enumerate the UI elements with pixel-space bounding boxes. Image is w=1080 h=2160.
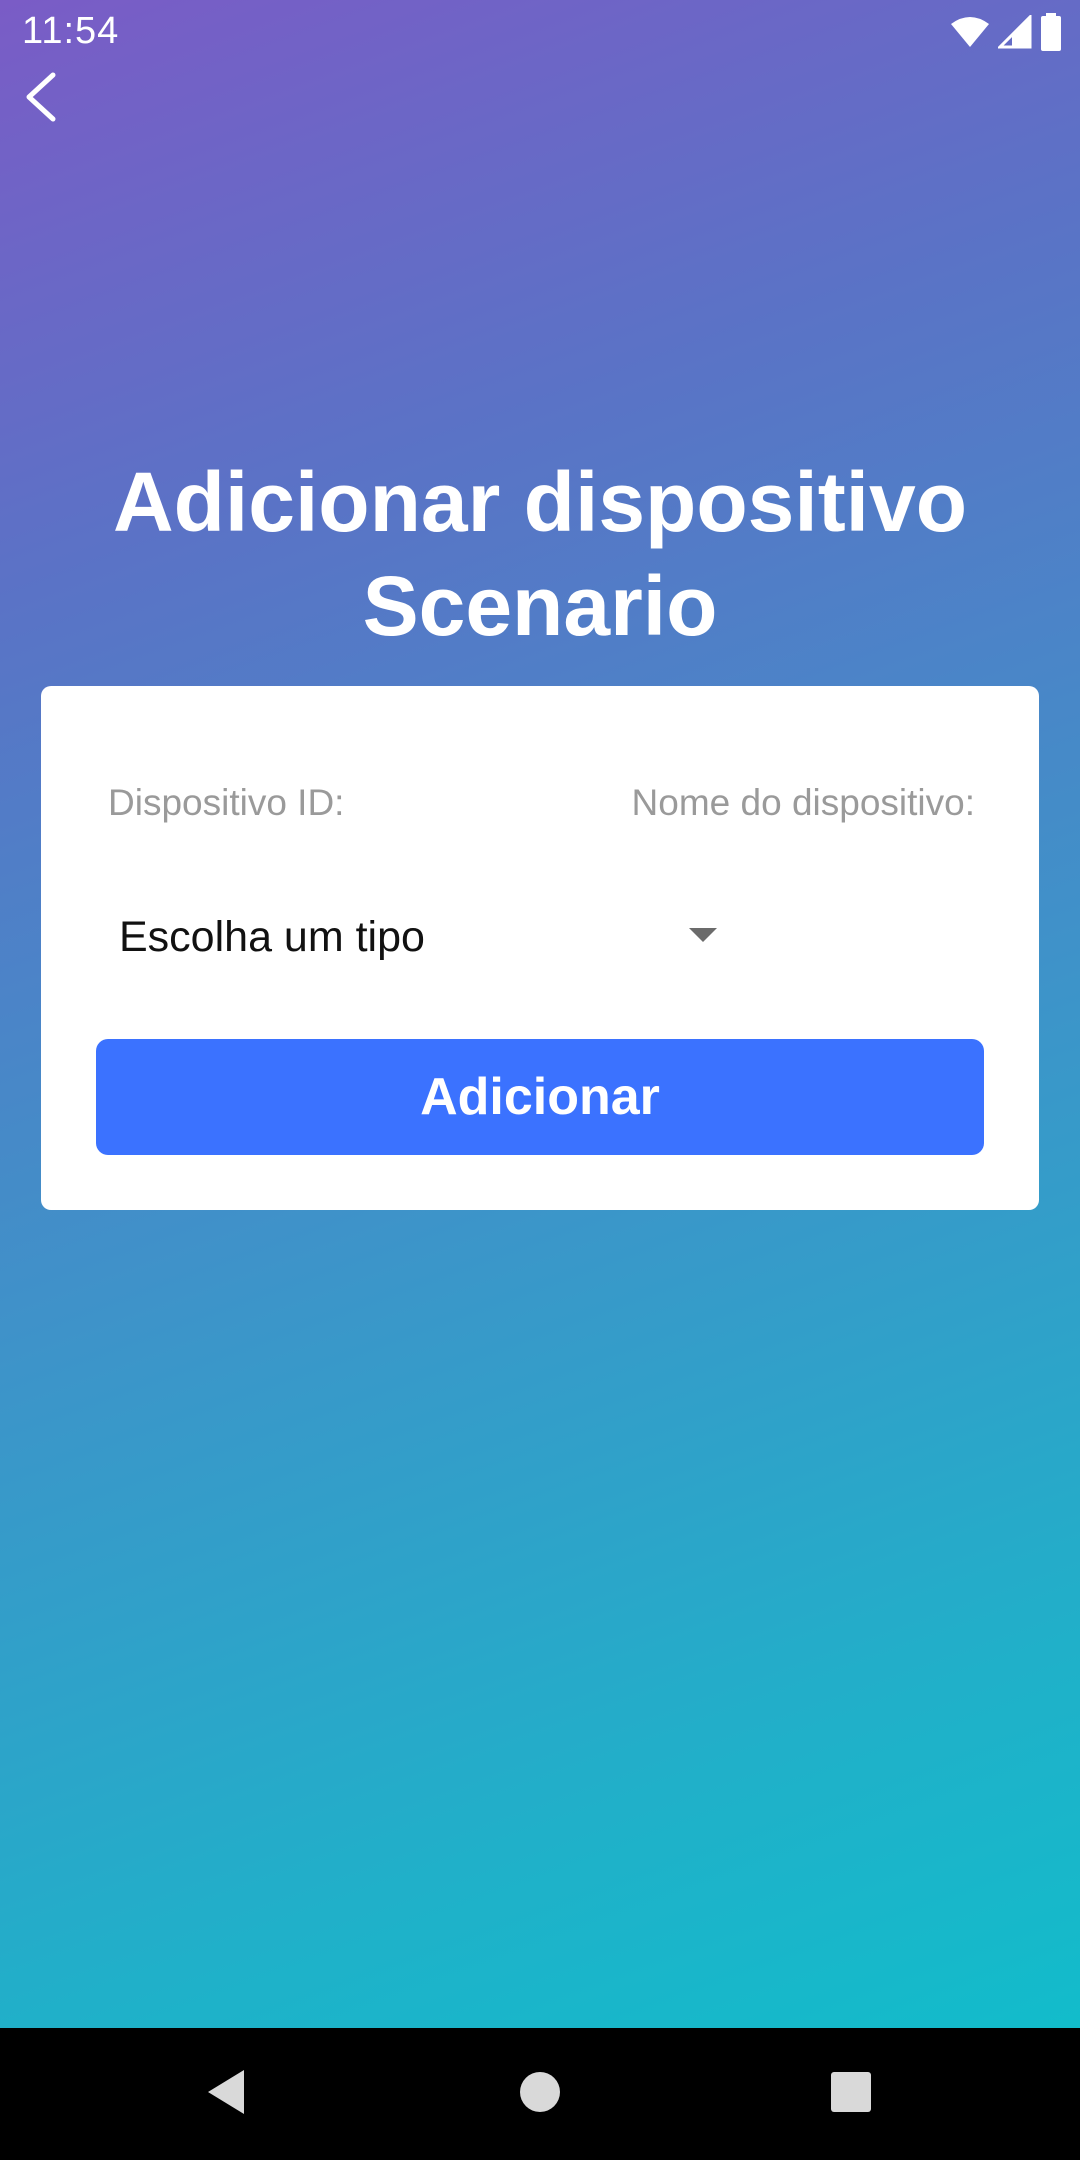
device-type-select[interactable]: Escolha um tipo [97, 896, 737, 978]
nav-home-icon [519, 2071, 561, 2118]
nav-recents-icon [830, 2071, 872, 2118]
add-device-button[interactable]: Adicionar [96, 1039, 984, 1155]
nav-back-icon [204, 2068, 248, 2121]
nav-back-button[interactable] [186, 2054, 266, 2134]
page-title-line-2: Scenario [362, 559, 718, 653]
chevron-left-icon [21, 71, 61, 128]
add-device-card: Dispositivo ID: Nome do dispositivo: Esc… [41, 686, 1039, 1210]
back-button[interactable] [6, 68, 76, 130]
status-icons [950, 12, 1062, 56]
nav-home-button[interactable] [500, 2054, 580, 2134]
device-type-select-value: Escolha um tipo [119, 912, 425, 961]
signal-icon [996, 12, 1032, 54]
caret-down-icon [689, 928, 717, 942]
system-nav-bar [0, 2028, 1080, 2160]
wifi-icon [950, 16, 990, 53]
status-bar: 11:54 [0, 0, 1080, 66]
app-screen: 11:54 Adicionar dispositivo Scenario Dis… [0, 0, 1080, 2028]
page-title-line-1: Adicionar dispositivo [112, 455, 968, 549]
status-time: 11:54 [22, 10, 120, 52]
nav-recents-button[interactable] [811, 2054, 891, 2134]
page-title: Adicionar dispositivo Scenario [0, 450, 1080, 658]
battery-icon [1040, 12, 1062, 56]
device-name-label: Nome do dispositivo: [631, 782, 975, 823]
device-id-label: Dispositivo ID: [108, 782, 345, 823]
